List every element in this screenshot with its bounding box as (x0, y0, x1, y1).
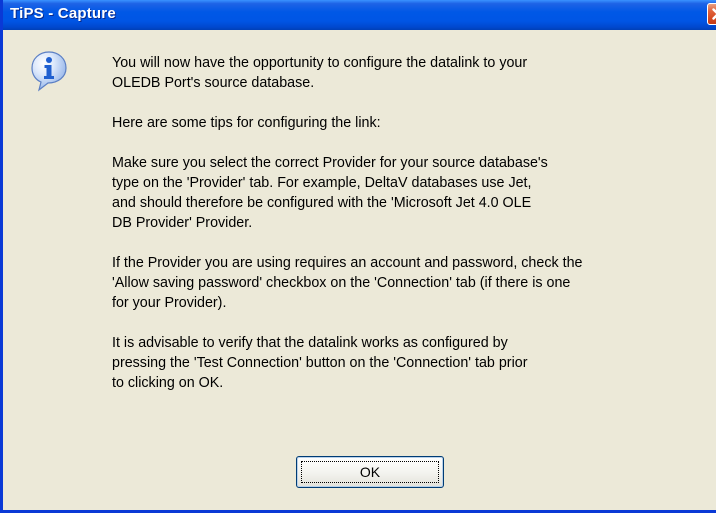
message-paragraph: Make sure you select the correct Provide… (112, 155, 548, 231)
message-paragraph: It is advisable to verify that the datal… (112, 335, 528, 391)
close-icon (712, 8, 716, 20)
close-button[interactable] (707, 3, 716, 25)
ok-button-label: OK (301, 461, 439, 483)
dialog-window: TiPS - Capture You will now have the opp… (0, 0, 716, 513)
message-paragraph: Here are some tips for configuring the l… (112, 115, 381, 131)
info-icon (29, 50, 69, 92)
message-paragraph: If the Provider you are using requires a… (112, 255, 583, 311)
message-paragraph: You will now have the opportunity to con… (112, 55, 528, 91)
window-title: TiPS - Capture (10, 5, 116, 22)
title-bar[interactable]: TiPS - Capture (3, 0, 716, 30)
ok-button[interactable]: OK (296, 456, 444, 488)
message-text: You will now have the opportunity to con… (112, 53, 712, 413)
